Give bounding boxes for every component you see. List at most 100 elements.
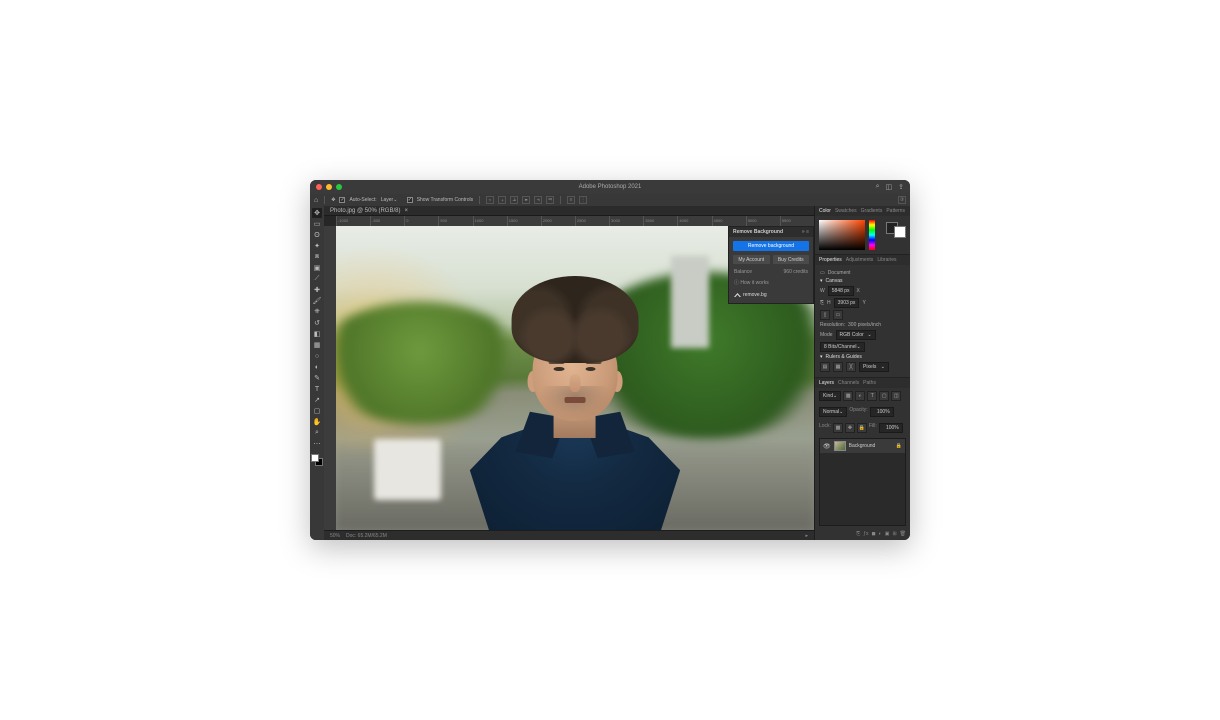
tab-paths[interactable]: Paths <box>863 380 876 386</box>
tool-gradient[interactable]: ▦ <box>312 340 322 350</box>
tool-dodge[interactable]: ◐ <box>312 362 322 372</box>
fill-field[interactable]: 100% <box>879 423 903 433</box>
align-center-h-icon[interactable]: ⫠ <box>498 196 506 204</box>
how-it-works-link[interactable]: ⓘ How it works <box>729 277 813 288</box>
new-layer-icon[interactable]: ⊞ <box>892 531 896 537</box>
document-tab[interactable]: Photo.jpg @ 50% (RGB/8) × <box>324 206 814 216</box>
tool-crop[interactable]: ⧈ <box>312 252 322 262</box>
remove-background-button[interactable]: Remove background <box>733 241 809 251</box>
close-window-button[interactable] <box>316 184 322 190</box>
tool-move[interactable]: ✥ <box>312 208 322 218</box>
canvas-width-field[interactable]: 5848 px <box>828 286 854 296</box>
tool-frame[interactable]: ▣ <box>312 263 322 273</box>
tool-brush[interactable]: 🖌 <box>312 296 322 306</box>
color-mode-dropdown[interactable]: RGB Color⌄ <box>836 330 876 340</box>
show-transform-checkbox[interactable] <box>407 197 413 203</box>
tab-channels[interactable]: Channels <box>838 380 859 386</box>
buy-credits-button[interactable]: Buy Credits <box>773 255 810 264</box>
guides-icon[interactable]: ╳ <box>846 362 856 372</box>
tab-swatches[interactable]: Swatches <box>835 208 857 214</box>
bit-depth-dropdown[interactable]: 8 Bits/Channel⌄ <box>820 342 865 352</box>
search-icon[interactable]: ⌕ <box>876 183 880 191</box>
filter-type-icon[interactable]: T <box>867 391 877 401</box>
new-group-icon[interactable]: ▣ <box>885 531 890 537</box>
link-wh-icon[interactable]: ⎘ <box>820 300 824 306</box>
distribute-v-icon[interactable]: ⋮ <box>579 196 587 204</box>
color-swatch-pair[interactable] <box>886 222 906 238</box>
align-top-icon[interactable]: ⫢ <box>522 196 530 204</box>
close-tab-icon[interactable]: × <box>404 208 408 214</box>
tool-eraser[interactable]: ◧ <box>312 329 322 339</box>
foreground-color[interactable] <box>311 454 319 462</box>
ruler-icon[interactable]: ▤ <box>820 362 830 372</box>
tool-stamp[interactable]: ⎈ <box>312 307 322 317</box>
foreground-background-swatches[interactable] <box>311 454 323 466</box>
home-icon[interactable]: ⌂ <box>314 197 318 204</box>
ruler-units-dropdown[interactable]: Pixels⌄ <box>859 362 889 372</box>
status-zoom[interactable]: 50% <box>330 533 340 539</box>
filter-shape-icon[interactable]: ▢ <box>879 391 889 401</box>
lock-position-icon[interactable]: ✥ <box>845 423 855 433</box>
new-adjustment-icon[interactable]: ◐ <box>879 531 882 537</box>
layer-row[interactable]: 👁 Background 🔒 <box>820 439 905 453</box>
tool-lasso[interactable]: ʘ <box>312 230 322 240</box>
tool-marquee[interactable]: ▭ <box>312 219 322 229</box>
orient-landscape-icon[interactable]: ▭ <box>833 310 843 320</box>
minimize-window-button[interactable] <box>326 184 332 190</box>
tool-heal[interactable]: ✚ <box>312 285 322 295</box>
orient-portrait-icon[interactable]: ▯ <box>820 310 830 320</box>
tool-path[interactable]: ↗ <box>312 395 322 405</box>
align-left-icon[interactable]: ⫟ <box>486 196 494 204</box>
align-bottom-icon[interactable]: ⫤ <box>546 196 554 204</box>
layer-name[interactable]: Background <box>849 443 876 449</box>
tool-history-brush[interactable]: ↺ <box>312 318 322 328</box>
tab-properties[interactable]: Properties <box>819 257 842 263</box>
align-center-v-icon[interactable]: ⫣ <box>534 196 542 204</box>
3d-mode-icon[interactable]: ③ <box>898 196 906 204</box>
align-right-icon[interactable]: ⫡ <box>510 196 518 204</box>
grid-icon[interactable]: ▦ <box>833 362 843 372</box>
tool-eyedropper[interactable]: ⟋ <box>312 274 322 284</box>
link-layers-icon[interactable]: ⎘ <box>856 531 860 537</box>
auto-select-checkbox[interactable] <box>339 197 345 203</box>
tools-panel: ✥ ▭ ʘ ✦ ⧈ ▣ ⟋ ✚ 🖌 ⎈ ↺ ◧ ▦ ○ ◐ ✎ T ↗ ▢ ✋ … <box>310 206 324 540</box>
tab-libraries[interactable]: Libraries <box>877 257 896 263</box>
opacity-field[interactable]: 100% <box>870 407 894 417</box>
tab-adjustments[interactable]: Adjustments <box>846 257 874 263</box>
tab-color[interactable]: Color <box>819 208 831 214</box>
tab-patterns[interactable]: Patterns <box>886 208 905 214</box>
filter-pixel-icon[interactable]: ▩ <box>843 391 853 401</box>
share-icon[interactable]: ⇪ <box>898 183 904 191</box>
distribute-h-icon[interactable]: ≡ <box>567 196 575 204</box>
tool-pen[interactable]: ✎ <box>312 373 322 383</box>
visibility-icon[interactable]: 👁 <box>823 443 831 450</box>
layer-mask-icon[interactable]: ◼ <box>872 531 876 537</box>
tool-shape[interactable]: ▢ <box>312 406 322 416</box>
layer-filter-dropdown[interactable]: Kind⌄ <box>819 391 841 401</box>
auto-select-target-dropdown[interactable]: Layer⌄ <box>381 197 403 203</box>
blend-mode-dropdown[interactable]: Normal⌄ <box>819 407 847 417</box>
document-icon: ▭ <box>820 270 825 276</box>
tab-layers[interactable]: Layers <box>819 380 834 386</box>
layer-fx-icon[interactable]: ƒx <box>863 531 868 537</box>
plugin-menu-icon[interactable]: » ≡ <box>802 229 809 235</box>
canvas-height-field[interactable]: 3903 px <box>834 298 860 308</box>
layer-thumbnail[interactable] <box>834 441 846 451</box>
hue-slider[interactable] <box>869 220 875 250</box>
filter-adjust-icon[interactable]: ◐ <box>855 391 865 401</box>
tool-hand[interactable]: ✋ <box>312 417 322 427</box>
tool-zoom[interactable]: ⌕ <box>312 428 322 438</box>
workspace-icon[interactable]: ◫ <box>886 183 893 191</box>
tool-blur[interactable]: ○ <box>312 351 322 361</box>
tool-type[interactable]: T <box>312 384 322 394</box>
zoom-window-button[interactable] <box>336 184 342 190</box>
lock-all-icon[interactable]: 🔒 <box>857 423 867 433</box>
lock-pixels-icon[interactable]: ▩ <box>833 423 843 433</box>
my-account-button[interactable]: My Account <box>733 255 770 264</box>
tab-gradients[interactable]: Gradients <box>861 208 883 214</box>
delete-layer-icon[interactable]: 🗑 <box>900 531 906 537</box>
tool-edit-toolbar[interactable]: ⋯ <box>312 439 322 449</box>
color-field[interactable] <box>819 220 865 250</box>
tool-wand[interactable]: ✦ <box>312 241 322 251</box>
filter-smart-icon[interactable]: ◫ <box>891 391 901 401</box>
